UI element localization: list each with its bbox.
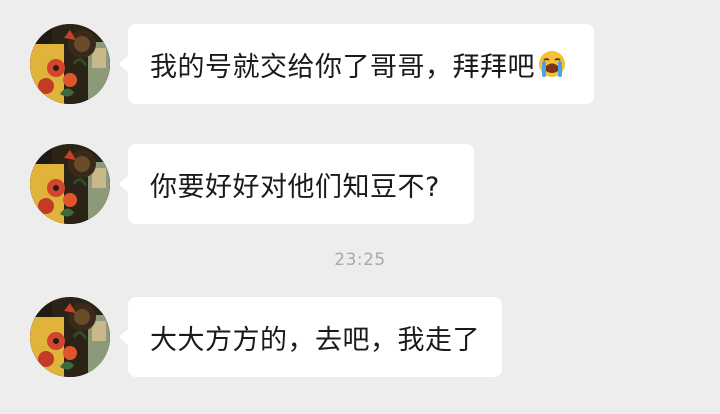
message-bubble[interactable]: 大大方方的，去吧，我走了 xyxy=(119,297,502,377)
message-text: 我的号就交给你了哥哥，拜拜吧 xyxy=(150,51,535,83)
avatar[interactable] xyxy=(30,24,110,104)
chat-area: 我的号就交给你了哥哥，拜拜吧 你要好好对他们知豆不? 23:25 大大方方的，去… xyxy=(0,0,720,414)
loudly-crying-face-icon xyxy=(537,49,567,79)
message-text: 大大方方的，去吧，我走了 xyxy=(150,324,480,356)
avatar[interactable] xyxy=(30,297,110,377)
message-row: 大大方方的，去吧，我走了 xyxy=(30,297,510,377)
message-bubble[interactable]: 我的号就交给你了哥哥，拜拜吧 xyxy=(119,24,594,104)
timestamp: 23:25 xyxy=(334,250,386,270)
avatar-image xyxy=(30,24,110,104)
avatar[interactable] xyxy=(30,144,110,224)
avatar-image xyxy=(30,297,110,377)
message-bubble[interactable]: 你要好好对他们知豆不? xyxy=(119,144,474,224)
avatar-image xyxy=(30,144,110,224)
message-row: 你要好好对他们知豆不? xyxy=(30,144,490,224)
message-text: 你要好好对他们知豆不? xyxy=(150,171,440,203)
message-row: 我的号就交给你了哥哥，拜拜吧 xyxy=(30,24,630,104)
